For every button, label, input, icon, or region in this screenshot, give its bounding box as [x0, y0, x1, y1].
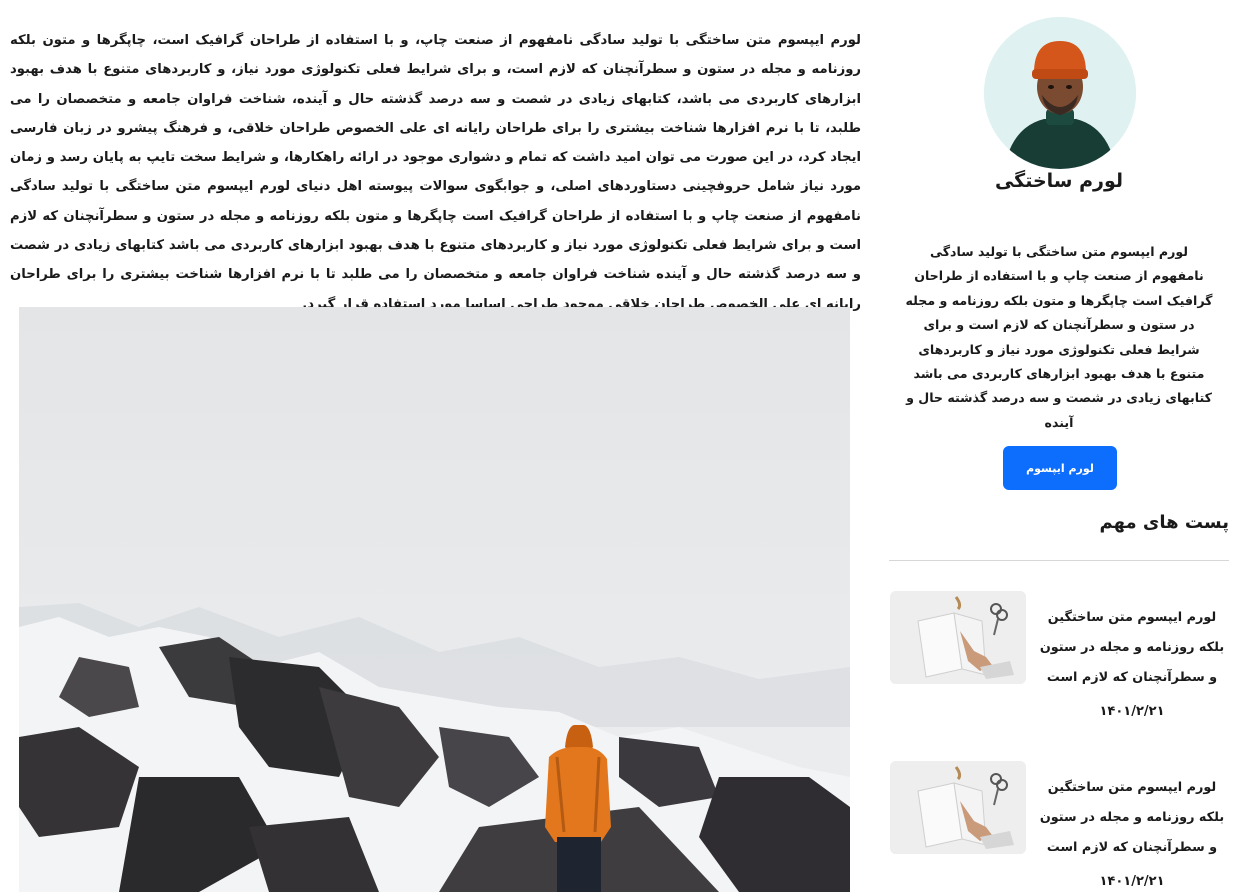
- mountain-photo-image: [19, 307, 850, 892]
- notebook-thumbnail[interactable]: [890, 591, 1026, 684]
- blog-page: لورم ایپسوم متن ساختگی با تولید سادگی نا…: [0, 0, 1248, 892]
- post-card-1[interactable]: لورم ایپسوم متن ساختگین بلکه روزنامه و م…: [889, 591, 1229, 751]
- post-date: ۱۴۰۱/۲/۲۱: [1099, 874, 1165, 889]
- sidebar: لورم ساختگی لورم ایپسوم متن ساختگی با تو…: [889, 0, 1229, 892]
- mountain-photo: [19, 307, 850, 892]
- post-card-2[interactable]: لورم ایپسوم متن ساختگین بلکه روزنامه و م…: [889, 761, 1229, 892]
- notebook-thumbnail-image: [890, 761, 1026, 854]
- important-posts-title: پست های مهم: [1099, 512, 1229, 533]
- author-avatar: [984, 17, 1136, 169]
- post-title[interactable]: لورم ایپسوم متن ساختگین بلکه روزنامه و م…: [1035, 603, 1229, 693]
- avatar-image: [984, 17, 1136, 169]
- notebook-thumbnail-image: [890, 591, 1026, 684]
- article: لورم ایپسوم متن ساختگی با تولید سادگی نا…: [10, 26, 861, 319]
- article-body: لورم ایپسوم متن ساختگی با تولید سادگی نا…: [10, 33, 861, 312]
- post-date: ۱۴۰۱/۲/۲۱: [1099, 704, 1165, 719]
- notebook-thumbnail[interactable]: [890, 761, 1026, 854]
- primary-button[interactable]: لورم ایپسوم: [1003, 446, 1117, 490]
- section-divider: [889, 560, 1229, 561]
- author-name: لورم ساختگی: [994, 170, 1124, 192]
- author-bio: لورم ایپسوم متن ساختگی با تولید سادگی نا…: [905, 244, 1213, 430]
- post-title[interactable]: لورم ایپسوم متن ساختگین بلکه روزنامه و م…: [1035, 773, 1229, 863]
